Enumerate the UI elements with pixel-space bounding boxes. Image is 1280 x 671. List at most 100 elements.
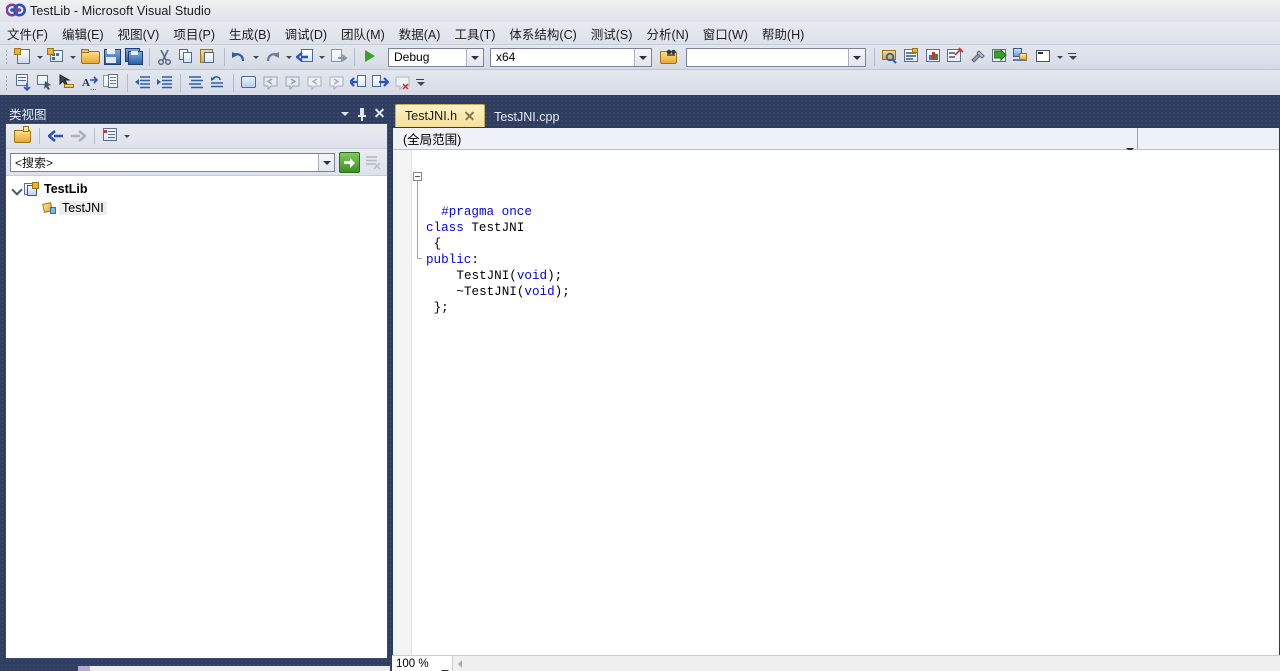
cut-icon[interactable]: [154, 46, 176, 68]
quick-info-icon[interactable]: [35, 72, 57, 94]
class-view-tree[interactable]: TestLib TestJNI: [6, 176, 387, 658]
close-icon[interactable]: [464, 111, 475, 122]
solution-configuration-combo[interactable]: Debug: [388, 47, 484, 67]
clipboard-ring-icon[interactable]: [101, 72, 123, 94]
navigate-backward-dropdown-icon[interactable]: [317, 46, 328, 68]
tools-options-icon[interactable]: [967, 46, 989, 68]
outlining-margin[interactable]: [412, 150, 426, 670]
paste-icon[interactable]: [198, 46, 220, 68]
attach-to-process-icon[interactable]: [658, 46, 680, 68]
next-document-icon[interactable]: [370, 72, 392, 94]
find-in-files-icon[interactable]: [879, 46, 901, 68]
menu-item-7[interactable]: 数据(A): [392, 22, 448, 45]
menu-item-13[interactable]: 帮助(H): [755, 22, 811, 45]
collapse-fold-icon[interactable]: [413, 172, 422, 181]
chevron-down-icon[interactable]: [634, 48, 651, 66]
toolbar-overflow-icon[interactable]: [1066, 46, 1078, 68]
new-project-dropdown-icon[interactable]: [35, 46, 46, 68]
forward-icon[interactable]: [67, 125, 89, 147]
clear-bookmarks-icon[interactable]: [392, 72, 414, 94]
open-file-icon[interactable]: [79, 46, 101, 68]
solution-explorer-icon[interactable]: [1011, 46, 1033, 68]
chevron-down-icon[interactable]: [10, 182, 24, 196]
new-item-dropdown-icon[interactable]: [68, 46, 79, 68]
menu-item-5[interactable]: 调试(D): [278, 22, 334, 45]
class-view-settings-dropdown-icon[interactable]: [122, 125, 133, 147]
undo-dropdown-icon[interactable]: [251, 46, 262, 68]
close-icon[interactable]: [371, 105, 387, 121]
previous-bookmark-icon[interactable]: [260, 72, 282, 94]
tree-item[interactable]: TestJNI: [6, 198, 387, 217]
save-icon[interactable]: [101, 46, 123, 68]
next-bookmark-folder-icon[interactable]: [326, 72, 348, 94]
toolbar-grip[interactable]: [3, 48, 10, 66]
code-text[interactable]: #pragma once class TestJNI{public: TestJNI…: [412, 150, 1279, 670]
find-combo[interactable]: [686, 47, 866, 67]
scope-combo[interactable]: (全局范围): [393, 128, 1138, 152]
complete-word-icon[interactable]: A ...: [79, 72, 101, 94]
uncomment-selection-icon[interactable]: [207, 72, 229, 94]
decrease-indent-icon[interactable]: [132, 72, 154, 94]
menu-item-0[interactable]: 文件(F): [0, 22, 55, 45]
clear-search-icon[interactable]: [364, 153, 383, 172]
redo-icon[interactable]: [262, 46, 284, 68]
menu-item-8[interactable]: 工具(T): [447, 22, 502, 45]
comment-selection-icon[interactable]: [185, 72, 207, 94]
menu-item-9[interactable]: 体系结构(C): [502, 22, 583, 45]
previous-document-icon[interactable]: [348, 72, 370, 94]
solution-platform-combo[interactable]: x64: [490, 47, 652, 67]
menu-item-2[interactable]: 视图(V): [111, 22, 167, 45]
navigate-backward-icon[interactable]: [295, 46, 317, 68]
redo-dropdown-icon[interactable]: [284, 46, 295, 68]
next-bookmark-icon[interactable]: [282, 72, 304, 94]
menu-item-3[interactable]: 项目(P): [166, 22, 222, 45]
toolbar-overflow-icon[interactable]: [414, 72, 426, 94]
back-icon[interactable]: [45, 125, 67, 147]
bottom-dock-stub[interactable]: [90, 666, 390, 671]
new-item-icon[interactable]: [46, 46, 68, 68]
command-window-icon[interactable]: [1033, 46, 1055, 68]
menu-item-1[interactable]: 编辑(E): [55, 22, 111, 45]
search-input[interactable]: <搜索>: [10, 152, 335, 172]
menu-item-10[interactable]: 测试(S): [584, 22, 640, 45]
properties-window-icon[interactable]: [901, 46, 923, 68]
copy-icon[interactable]: [176, 46, 198, 68]
menu-item-6[interactable]: 团队(M): [334, 22, 392, 45]
go-icon[interactable]: [339, 151, 360, 173]
object-browser-icon[interactable]: [923, 46, 945, 68]
code-editor[interactable]: #pragma once class TestJNI{public: TestJNI…: [393, 150, 1279, 670]
navigate-forward-icon[interactable]: [328, 46, 350, 68]
chevron-down-icon[interactable]: [466, 48, 483, 66]
menu-item-4[interactable]: 生成(B): [222, 22, 278, 45]
tree-item[interactable]: TestLib: [6, 179, 387, 198]
document-tab[interactable]: TestJNI.cpp: [485, 106, 568, 127]
display-member-list-icon[interactable]: [13, 72, 35, 94]
class-view-settings-icon[interactable]: [100, 125, 122, 147]
chevron-down-icon[interactable]: [318, 153, 334, 171]
toolbox-icon[interactable]: [945, 46, 967, 68]
start-without-debug-icon[interactable]: [989, 46, 1011, 68]
new-project-icon[interactable]: [13, 46, 35, 68]
start-debug-icon[interactable]: [359, 46, 381, 68]
code-token: public: [426, 253, 472, 267]
member-combo[interactable]: [1138, 128, 1279, 149]
command-window-dropdown-icon[interactable]: [1055, 46, 1066, 68]
menu-item-12[interactable]: 窗口(W): [696, 22, 755, 45]
previous-bookmark-folder-icon[interactable]: [304, 72, 326, 94]
increase-indent-icon[interactable]: [154, 72, 176, 94]
parameter-info-icon[interactable]: [57, 72, 79, 94]
document-tab[interactable]: TestJNI.h: [395, 104, 486, 127]
chevron-down-icon[interactable]: [848, 48, 865, 66]
class-view-search-row: <搜索>: [6, 149, 387, 176]
new-folder-icon[interactable]: [12, 125, 34, 147]
scroll-left-icon[interactable]: [453, 656, 467, 671]
auto-hide-pin-icon[interactable]: [354, 105, 370, 121]
window-dropdown-icon[interactable]: [337, 105, 353, 121]
undo-icon[interactable]: [229, 46, 251, 68]
toolbar-grip[interactable]: [3, 73, 10, 92]
menu-item-11[interactable]: 分析(N): [639, 22, 695, 45]
indicator-margin[interactable]: [393, 150, 412, 670]
zoom-control[interactable]: 100 %: [392, 656, 453, 671]
toggle-bookmark-icon[interactable]: [238, 72, 260, 94]
save-all-icon[interactable]: [123, 46, 145, 68]
